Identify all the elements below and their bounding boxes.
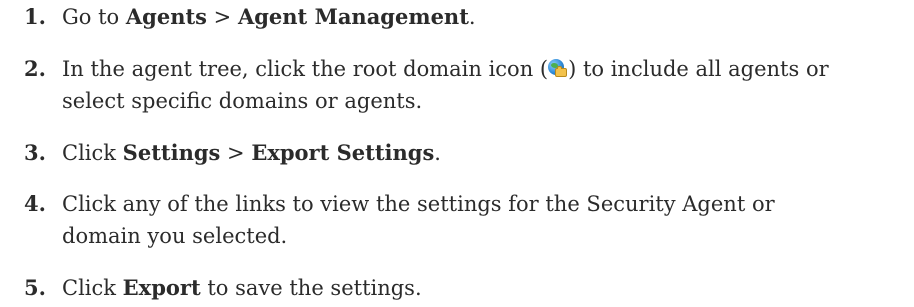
text-segment: Go to [62,5,126,29]
menu-agents: Agents [125,4,207,29]
text-segment: domain you selected. [62,224,288,248]
button-export: Export [122,275,201,300]
step-text: Go to Agents > Agent Management. [62,1,912,33]
step-number: 5. [24,275,46,300]
text-segment: In the agent tree, click the root domain… [62,57,549,81]
instruction-steps: 1. Go to Agents > Agent Management. 2. I… [0,0,914,307]
text-separator: > [207,5,238,29]
root-domain-icon [548,59,568,79]
step-number: 2. [24,56,46,81]
step-number: 4. [24,191,46,216]
step-number: 3. [24,140,46,165]
step-text: Click Settings > Export Settings. [62,137,912,169]
step-text: In the agent tree, click the root domain… [62,53,912,117]
menu-export-settings: Export Settings [251,140,435,165]
text-segment: . [468,5,476,29]
step-text: Click Export to save the settings. [62,272,912,304]
menu-settings: Settings [122,140,221,165]
menu-agent-management: Agent Management [237,4,469,29]
text-segment: to save the settings. [200,276,422,300]
text-segment: Click any of the links to view the setti… [62,192,775,216]
folder-icon [555,66,568,77]
text-segment: select specific domains or agents. [62,89,423,113]
text-segment: Click [62,141,123,165]
text-segment: . [434,141,441,165]
step-text: Click any of the links to view the setti… [62,188,912,252]
text-segment: ) to include all agents or [568,57,829,81]
step-number: 1. [24,4,46,29]
text-separator: > [220,141,252,165]
text-segment: Click [62,276,123,300]
